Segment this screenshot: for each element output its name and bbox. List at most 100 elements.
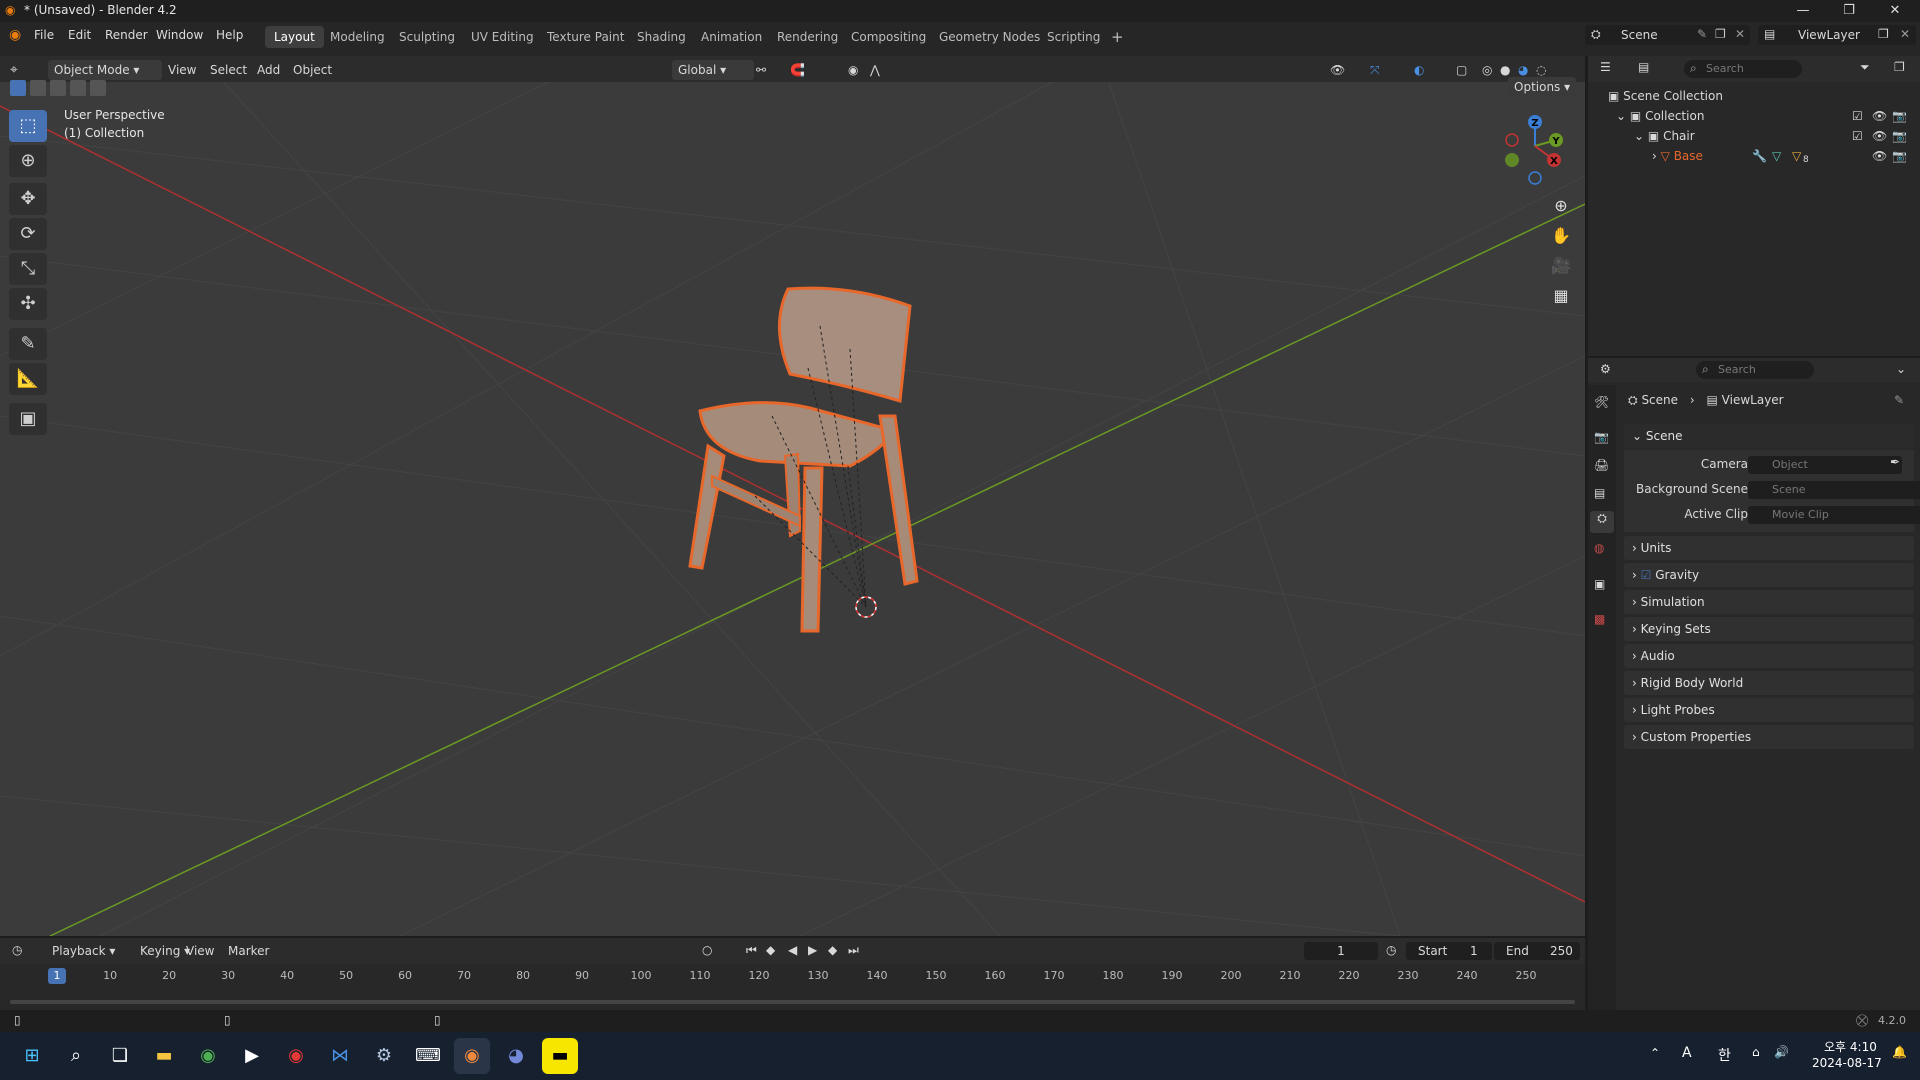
exclude-checkbox[interactable]: ☑ — [1852, 106, 1863, 126]
properties-options-chevron-icon[interactable]: ⌄ — [1896, 362, 1906, 376]
simulation-panel[interactable]: › Simulation — [1624, 590, 1914, 614]
audio-panel[interactable]: › Audio — [1624, 644, 1914, 668]
preview-range-icon[interactable]: ◷ — [1386, 943, 1396, 957]
scene-panel-header[interactable]: ⌄ Scene — [1624, 424, 1914, 448]
filter-icon[interactable]: ⏷ — [1860, 60, 1870, 75]
scale-tool[interactable]: ⤡ — [9, 253, 47, 285]
delete-view-layer-icon[interactable]: ✕ — [1900, 27, 1910, 41]
tab-shading[interactable]: Shading — [628, 26, 695, 48]
cursor-tool[interactable]: ⊕ — [9, 145, 47, 177]
marker-menu[interactable]: Marker — [228, 944, 269, 958]
youtube-music-icon[interactable]: ◉ — [278, 1038, 314, 1074]
tab-scripting[interactable]: Scripting — [1038, 26, 1109, 48]
outliner-row-chair[interactable]: ⌄ ▣ Chair ☑ 👁 📷 — [1634, 126, 1916, 146]
scene-selector[interactable]: ⛭ Scene ✎ ❐ ✕ — [1585, 25, 1750, 45]
playback-menu[interactable]: Playback ▾ — [52, 944, 115, 958]
snap-icon[interactable]: 🧲 — [790, 60, 805, 80]
eye-icon[interactable]: 👁 — [1872, 106, 1887, 126]
perspective-toggle-icon[interactable]: ▦ — [1547, 282, 1575, 310]
network-tray-icon[interactable]: ⌂ — [1752, 1045, 1760, 1059]
eye-icon[interactable]: 👁 — [1872, 126, 1887, 146]
media-player-icon[interactable]: ▶ — [234, 1038, 270, 1074]
menu-object[interactable]: Object — [293, 60, 332, 80]
display-mode-icon[interactable]: ▤ — [1638, 60, 1649, 74]
vscode-icon[interactable]: ⋈ — [322, 1038, 358, 1074]
timeline-ruler[interactable]: 1 10 20 30 40 50 60 70 80 90 100 110 120 130 140 150 160… — [0, 968, 1585, 986]
delete-scene-icon[interactable]: ✕ — [1735, 27, 1745, 41]
play-reverse-icon[interactable]: ◀ — [788, 943, 797, 957]
menu-view[interactable]: View — [168, 60, 196, 80]
options-dropdown[interactable]: Options ▾ — [1508, 77, 1577, 97]
notification-bell-icon[interactable]: 🔔 — [1892, 1045, 1907, 1059]
material-icon[interactable]: ▽ — [1792, 146, 1801, 166]
properties-editor-icon[interactable]: ⚙ — [1600, 362, 1611, 376]
xray-icon[interactable]: ▢ — [1456, 60, 1467, 80]
select-invert-icon[interactable] — [70, 80, 86, 96]
keying-sets-panel[interactable]: › Keying Sets — [1624, 617, 1914, 641]
clock-time[interactable]: 오후 4:10 — [1824, 1038, 1877, 1055]
measure-tool[interactable]: 📐 — [9, 363, 47, 395]
units-panel[interactable]: › Units — [1624, 536, 1914, 560]
move-tool[interactable]: ✥ — [9, 183, 47, 215]
select-new-icon[interactable] — [10, 80, 26, 96]
current-frame-field[interactable]: 1 — [1304, 942, 1378, 960]
visibility-icon[interactable]: 👁 — [1330, 60, 1345, 80]
pan-hand-icon[interactable]: ✋ — [1547, 222, 1575, 250]
blender-menu-icon[interactable]: ◉ — [9, 27, 21, 43]
search-icon[interactable]: ⌕ — [58, 1038, 94, 1074]
outliner-search[interactable]: ⌕ Search — [1684, 60, 1802, 78]
texture-tab-icon[interactable]: ▩ — [1594, 612, 1605, 626]
output-tab-icon[interactable]: 🖨 — [1594, 458, 1609, 472]
eyedropper-icon[interactable]: ✒ — [1890, 455, 1900, 469]
add-cube-tool[interactable]: ▣ — [9, 403, 47, 435]
new-scene-icon[interactable]: ❐ — [1715, 27, 1726, 41]
new-collection-icon[interactable]: ❐ — [1894, 60, 1905, 74]
select-extend-icon[interactable] — [30, 80, 46, 96]
render-camera-icon[interactable]: 📷 — [1892, 106, 1907, 126]
terminal-icon[interactable]: ⌨ — [410, 1038, 446, 1074]
tool-tab-icon[interactable]: 🛠 — [1594, 395, 1609, 409]
minimize-button[interactable]: — — [1780, 0, 1826, 22]
keying-menu[interactable]: Keying ▾ — [140, 944, 190, 958]
camera-view-icon[interactable]: 🎥 — [1547, 252, 1575, 280]
view-layer-tab-icon[interactable]: ▤ — [1594, 486, 1605, 500]
steam-icon[interactable]: ⚙ — [366, 1038, 402, 1074]
start-frame-field[interactable]: Start 1 — [1406, 942, 1492, 960]
falloff-icon[interactable]: ⋀ — [870, 60, 880, 80]
scene-tab-icon[interactable]: ⛭ — [1590, 511, 1614, 533]
menu-select[interactable]: Select — [210, 60, 247, 80]
end-frame-field[interactable]: End 250 — [1494, 942, 1580, 960]
tab-rendering[interactable]: Rendering — [768, 26, 847, 48]
chrome-icon[interactable]: ◉ — [190, 1038, 226, 1074]
menu-render[interactable]: Render — [105, 28, 148, 42]
tab-uv-editing[interactable]: UV Editing — [462, 26, 543, 48]
render-camera-icon[interactable]: 📷 — [1892, 126, 1907, 146]
next-keyframe-icon[interactable]: ◆ — [828, 943, 837, 957]
tab-modeling[interactable]: Modeling — [321, 26, 394, 48]
task-view-icon[interactable]: ❏ — [102, 1038, 138, 1074]
expand-chevron-icon[interactable]: ⌄ — [1616, 109, 1626, 123]
zoom-icon[interactable]: ⊕ — [1547, 192, 1575, 220]
transform-orientation-dropdown[interactable]: Global ▾ — [672, 60, 754, 80]
mode-dropdown[interactable]: Object Mode ▾ — [48, 60, 162, 80]
tab-compositing[interactable]: Compositing — [842, 26, 935, 48]
light-probes-panel[interactable]: › Light Probes — [1624, 698, 1914, 722]
gravity-checkbox[interactable]: ☑ — [1641, 568, 1652, 582]
clock-date[interactable]: 2024-08-17 — [1812, 1056, 1882, 1070]
language-indicator[interactable]: 한 — [1718, 1045, 1731, 1065]
menu-window[interactable]: Window — [156, 28, 203, 42]
expand-chevron-icon[interactable]: › — [1652, 149, 1657, 163]
select-box-tool[interactable]: ⬚ — [9, 110, 47, 142]
discord-icon[interactable]: ◕ — [498, 1038, 534, 1074]
expand-chevron-icon[interactable]: ⌄ — [1634, 129, 1644, 143]
timeline-scrollbar[interactable] — [10, 1000, 1575, 1004]
gravity-panel[interactable]: › ☑ Gravity — [1624, 563, 1914, 587]
properties-search[interactable]: ⌕ Search — [1696, 361, 1814, 379]
menu-help[interactable]: Help — [216, 28, 243, 42]
select-subtract-icon[interactable] — [50, 80, 66, 96]
jump-end-icon[interactable]: ⏭ — [848, 943, 859, 958]
modifier-wrench-icon[interactable]: 🔧 — [1752, 146, 1767, 166]
kakaotalk-icon[interactable]: ▬ — [542, 1038, 578, 1074]
outliner-editor-icon[interactable]: ☰ — [1600, 60, 1611, 74]
pivot-icon[interactable]: ⚯ — [756, 60, 766, 80]
